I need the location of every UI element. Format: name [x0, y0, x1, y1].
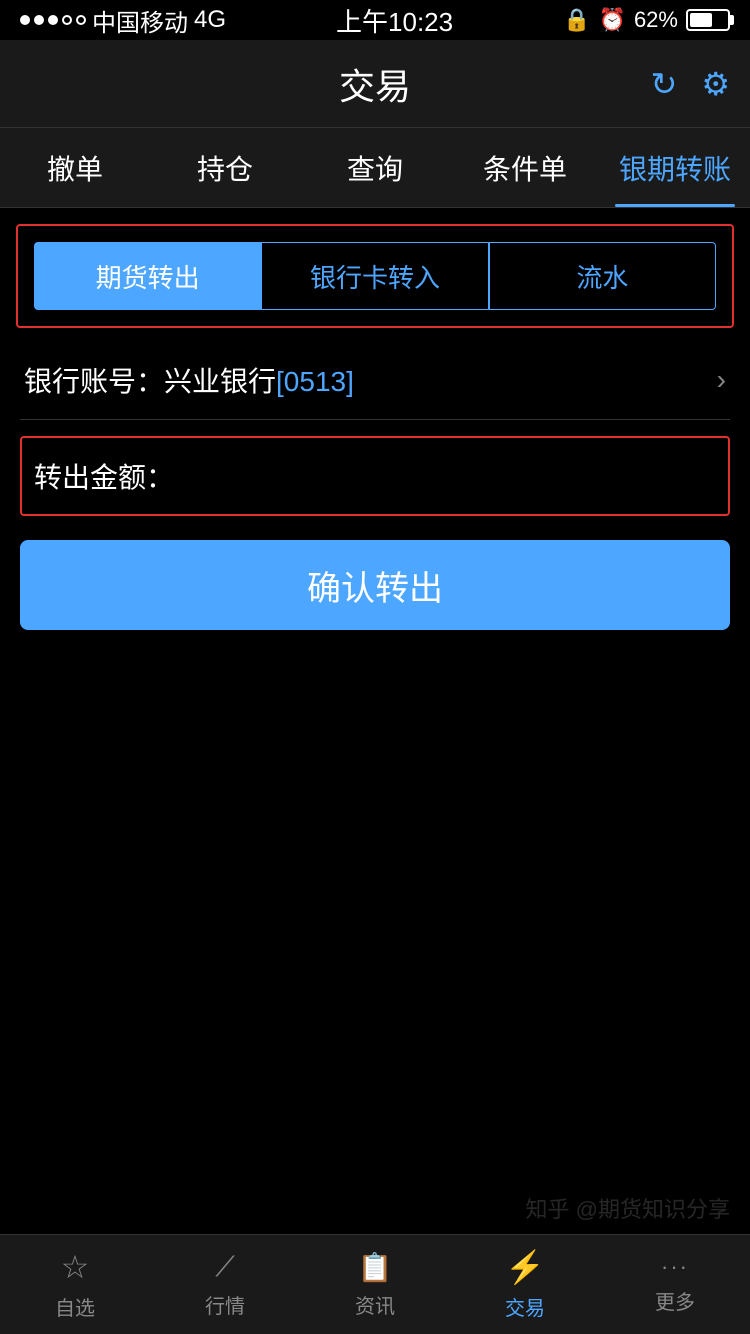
status-time: 上午10:23 [336, 2, 453, 39]
signal-dots [20, 15, 86, 25]
more-icon: ··· [661, 1254, 689, 1280]
bottom-nav: ☆ 自选 ⟋ 行情 📋 资讯 ⚡ 交易 ··· 更多 [0, 1234, 750, 1334]
tab-银期转账[interactable]: 银期转账 [600, 128, 750, 207]
refresh-button[interactable]: ↻ [651, 65, 678, 103]
tab-条件单[interactable]: 条件单 [450, 128, 600, 207]
nav-tabs: 撤单 持仓 查询 条件单 银期转账 [0, 128, 750, 208]
status-bar: 中国移动 4G 上午10:23 🔒 ⏰ 62% [0, 0, 750, 40]
sub-tabs: 期货转出 银行卡转入 流水 [16, 224, 734, 328]
tab-撤单[interactable]: 撤单 [0, 128, 150, 207]
bottom-nav-更多[interactable]: ··· 更多 [600, 1235, 750, 1334]
chart-icon: ⟋ [215, 1251, 235, 1284]
battery-fill [690, 13, 712, 27]
dot5 [76, 15, 86, 25]
bottom-nav-交易[interactable]: ⚡ 交易 [450, 1235, 600, 1334]
content-area: 银行账号：兴业银行[0513] › 转出金额： 确认转出 [0, 340, 750, 630]
dot4 [62, 15, 72, 25]
lock-icon: 🔒 [563, 7, 590, 33]
bottom-nav-label-资讯: 资讯 [355, 1290, 395, 1319]
bank-account-row[interactable]: 银行账号：兴业银行[0513] › [20, 340, 730, 420]
sub-tabs-wrapper: 期货转出 银行卡转入 流水 [0, 208, 750, 336]
settings-button[interactable]: ⚙ [701, 65, 730, 103]
bottom-nav-资讯[interactable]: 📋 资讯 [300, 1235, 450, 1334]
battery-percent: 62% [634, 7, 678, 33]
network-label: 4G [194, 6, 226, 34]
bottom-nav-label-交易: 交易 [505, 1292, 545, 1321]
watermark: 知乎 @期货知识分享 [526, 1192, 730, 1224]
bank-row-arrow-icon: › [717, 364, 726, 396]
amount-row: 转出金额： [20, 436, 730, 516]
amount-label: 转出金额： [34, 456, 174, 496]
subtab-银行卡转入[interactable]: 银行卡转入 [261, 242, 488, 310]
bottom-nav-行情[interactable]: ⟋ 行情 [150, 1235, 300, 1334]
bottom-nav-label-自选: 自选 [55, 1292, 95, 1321]
subtab-流水[interactable]: 流水 [489, 242, 716, 310]
tab-持仓[interactable]: 持仓 [150, 128, 300, 207]
tab-查询[interactable]: 查询 [300, 128, 450, 207]
confirm-transfer-button[interactable]: 确认转出 [20, 540, 730, 630]
subtab-期货转出[interactable]: 期货转出 [34, 242, 261, 310]
header: 交易 ↻ ⚙ [0, 40, 750, 128]
star-icon: ☆ [61, 1248, 90, 1286]
bottom-nav-label-更多: 更多 [655, 1286, 695, 1315]
battery-icon [686, 9, 730, 31]
trade-icon: ⚡ [505, 1248, 545, 1286]
header-actions: ↻ ⚙ [651, 65, 731, 103]
dot1 [20, 15, 30, 25]
dot3 [48, 15, 58, 25]
bottom-nav-自选[interactable]: ☆ 自选 [0, 1235, 150, 1334]
bottom-nav-label-行情: 行情 [205, 1290, 245, 1319]
news-icon: 📋 [358, 1251, 393, 1284]
amount-input[interactable] [182, 460, 716, 492]
status-left: 中国移动 4G [20, 3, 226, 38]
page-title: 交易 [339, 58, 411, 110]
bank-account-label: 银行账号：兴业银行[0513] [24, 360, 354, 400]
carrier-label: 中国移动 [92, 3, 188, 38]
status-right: 🔒 ⏰ 62% [563, 7, 730, 33]
dot2 [34, 15, 44, 25]
alarm-icon: ⏰ [599, 7, 626, 33]
